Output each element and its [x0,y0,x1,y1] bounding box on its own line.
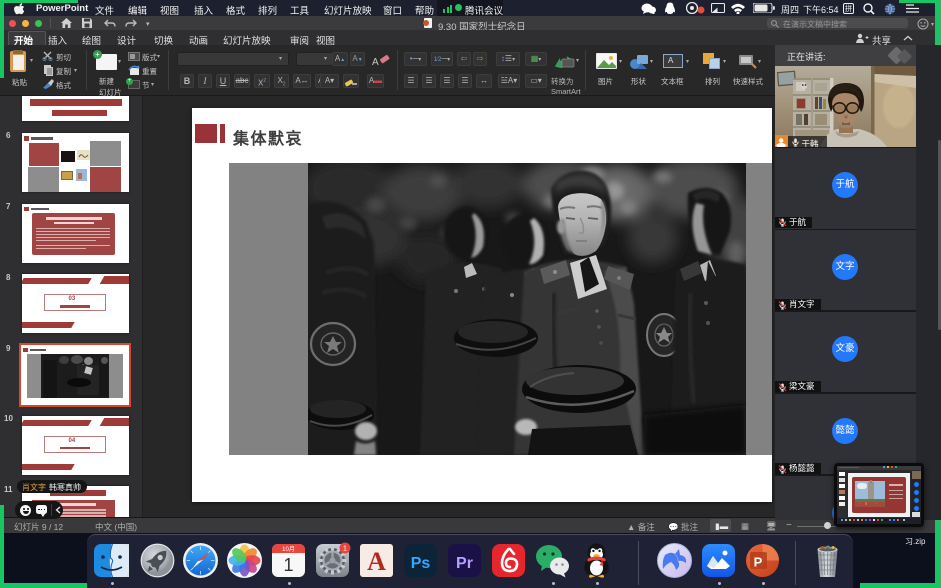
svg-text:P: P [754,555,763,570]
svg-text:A: A [372,57,379,67]
svg-text:10月: 10月 [282,546,295,553]
svg-text:1: 1 [343,546,347,553]
svg-text:Ps: Ps [411,555,431,572]
svg-text:A: A [367,547,386,576]
svg-text:Pr: Pr [456,555,473,572]
svg-text:1: 1 [283,555,293,575]
